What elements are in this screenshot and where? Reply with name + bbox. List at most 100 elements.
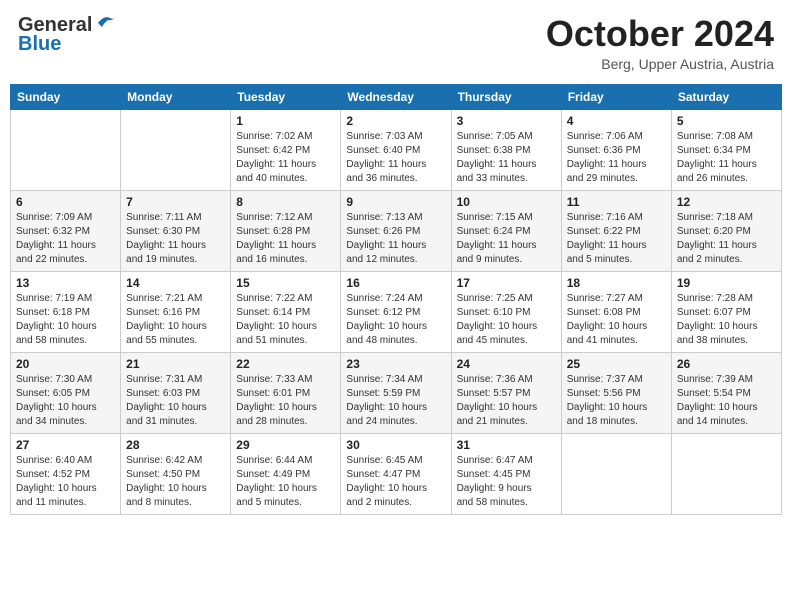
day-info: Sunrise: 7:39 AM Sunset: 5:54 PM Dayligh… <box>677 373 776 429</box>
day-number: 1 <box>236 114 335 128</box>
day-number: 29 <box>236 438 335 452</box>
weekday-header-thursday: Thursday <box>451 84 561 109</box>
day-info: Sunrise: 7:22 AM Sunset: 6:14 PM Dayligh… <box>236 292 335 348</box>
day-number: 6 <box>16 195 115 209</box>
logo-bird-icon <box>96 13 118 31</box>
calendar-cell: 8Sunrise: 7:12 AM Sunset: 6:28 PM Daylig… <box>231 190 341 271</box>
calendar-cell <box>11 109 121 190</box>
day-number: 2 <box>346 114 445 128</box>
day-info: Sunrise: 7:19 AM Sunset: 6:18 PM Dayligh… <box>16 292 115 348</box>
calendar-header: SundayMondayTuesdayWednesdayThursdayFrid… <box>11 84 782 109</box>
day-number: 11 <box>567 195 666 209</box>
calendar-week-2: 6 Sunrise: 7:09 AM Sunset: 6:32 PM Daylig… <box>11 190 782 271</box>
calendar-cell: 15 Sunrise: 7:22 AM Sunset: 6:14 PM Dayli… <box>231 271 341 352</box>
calendar-week-3: 13Sunrise: 7:19 AM Sunset: 6:18 PM Dayli… <box>11 271 782 352</box>
day-info: Sunrise: 7:15 AM Sunset: 6:24 PM Dayligh… <box>457 211 556 267</box>
page-header: General Blue October 2024 Berg, Upper Au… <box>10 10 782 76</box>
day-info: Sunrise: 6:45 AM Sunset: 4:47 PM Dayligh… <box>346 454 445 510</box>
weekday-header-wednesday: Wednesday <box>341 84 451 109</box>
weekday-header-friday: Friday <box>561 84 671 109</box>
day-info: Sunrise: 7:28 AM Sunset: 6:07 PM Dayligh… <box>677 292 776 348</box>
calendar-cell: 26Sunrise: 7:39 AM Sunset: 5:54 PM Dayli… <box>671 352 781 433</box>
day-number: 22 <box>236 357 335 371</box>
calendar-cell: 16 Sunrise: 7:24 AM Sunset: 6:12 PM Dayli… <box>341 271 451 352</box>
calendar-cell <box>671 433 781 514</box>
calendar-cell: 5Sunrise: 7:08 AM Sunset: 6:34 PM Daylig… <box>671 109 781 190</box>
calendar-cell: 14 Sunrise: 7:21 AM Sunset: 6:16 PM Dayli… <box>121 271 231 352</box>
day-number: 9 <box>346 195 445 209</box>
calendar-cell: 6 Sunrise: 7:09 AM Sunset: 6:32 PM Daylig… <box>11 190 121 271</box>
calendar-cell: 22 Sunrise: 7:33 AM Sunset: 6:01 PM Dayli… <box>231 352 341 433</box>
calendar-cell: 24 Sunrise: 7:36 AM Sunset: 5:57 PM Dayli… <box>451 352 561 433</box>
day-info: Sunrise: 7:31 AM Sunset: 6:03 PM Dayligh… <box>126 373 225 429</box>
weekday-header-row: SundayMondayTuesdayWednesdayThursdayFrid… <box>11 84 782 109</box>
calendar-week-5: 27 Sunrise: 6:40 AM Sunset: 4:52 PM Dayli… <box>11 433 782 514</box>
day-info: Sunrise: 7:21 AM Sunset: 6:16 PM Dayligh… <box>126 292 225 348</box>
title-section: October 2024 Berg, Upper Austria, Austri… <box>546 14 774 72</box>
day-info: Sunrise: 6:40 AM Sunset: 4:52 PM Dayligh… <box>16 454 115 510</box>
month-title: October 2024 <box>546 14 774 54</box>
day-number: 10 <box>457 195 556 209</box>
day-info: Sunrise: 6:42 AM Sunset: 4:50 PM Dayligh… <box>126 454 225 510</box>
day-info: Sunrise: 7:03 AM Sunset: 6:40 PM Dayligh… <box>346 130 445 186</box>
day-number: 30 <box>346 438 445 452</box>
logo-blue: Blue <box>18 33 61 56</box>
day-info: Sunrise: 6:44 AM Sunset: 4:49 PM Dayligh… <box>236 454 335 510</box>
day-number: 28 <box>126 438 225 452</box>
day-number: 24 <box>457 357 556 371</box>
day-info: Sunrise: 7:08 AM Sunset: 6:34 PM Dayligh… <box>677 130 776 186</box>
calendar-cell: 13Sunrise: 7:19 AM Sunset: 6:18 PM Dayli… <box>11 271 121 352</box>
calendar-week-4: 20 Sunrise: 7:30 AM Sunset: 6:05 PM Dayli… <box>11 352 782 433</box>
day-number: 18 <box>567 276 666 290</box>
calendar-cell <box>561 433 671 514</box>
calendar-cell <box>121 109 231 190</box>
day-info: Sunrise: 7:18 AM Sunset: 6:20 PM Dayligh… <box>677 211 776 267</box>
day-number: 17 <box>457 276 556 290</box>
day-info: Sunrise: 7:33 AM Sunset: 6:01 PM Dayligh… <box>236 373 335 429</box>
location-title: Berg, Upper Austria, Austria <box>546 56 774 72</box>
day-info: Sunrise: 7:06 AM Sunset: 6:36 PM Dayligh… <box>567 130 666 186</box>
day-number: 25 <box>567 357 666 371</box>
day-number: 4 <box>567 114 666 128</box>
calendar-cell: 4 Sunrise: 7:06 AM Sunset: 6:36 PM Daylig… <box>561 109 671 190</box>
day-info: Sunrise: 7:05 AM Sunset: 6:38 PM Dayligh… <box>457 130 556 186</box>
calendar-cell: 27 Sunrise: 6:40 AM Sunset: 4:52 PM Dayli… <box>11 433 121 514</box>
day-info: Sunrise: 6:47 AM Sunset: 4:45 PM Dayligh… <box>457 454 556 510</box>
day-info: Sunrise: 7:13 AM Sunset: 6:26 PM Dayligh… <box>346 211 445 267</box>
day-number: 7 <box>126 195 225 209</box>
day-number: 20 <box>16 357 115 371</box>
day-number: 3 <box>457 114 556 128</box>
calendar-cell: 25 Sunrise: 7:37 AM Sunset: 5:56 PM Dayli… <box>561 352 671 433</box>
calendar-cell: 28 Sunrise: 6:42 AM Sunset: 4:50 PM Dayli… <box>121 433 231 514</box>
calendar-cell: 9 Sunrise: 7:13 AM Sunset: 6:26 PM Daylig… <box>341 190 451 271</box>
calendar-cell: 3 Sunrise: 7:05 AM Sunset: 6:38 PM Daylig… <box>451 109 561 190</box>
calendar-cell: 29 Sunrise: 6:44 AM Sunset: 4:49 PM Dayli… <box>231 433 341 514</box>
day-info: Sunrise: 7:36 AM Sunset: 5:57 PM Dayligh… <box>457 373 556 429</box>
day-info: Sunrise: 7:37 AM Sunset: 5:56 PM Dayligh… <box>567 373 666 429</box>
weekday-header-saturday: Saturday <box>671 84 781 109</box>
calendar-body: 1Sunrise: 7:02 AM Sunset: 6:42 PM Daylig… <box>11 109 782 514</box>
day-info: Sunrise: 7:25 AM Sunset: 6:10 PM Dayligh… <box>457 292 556 348</box>
day-number: 31 <box>457 438 556 452</box>
day-info: Sunrise: 7:09 AM Sunset: 6:32 PM Dayligh… <box>16 211 115 267</box>
calendar-cell: 31 Sunrise: 6:47 AM Sunset: 4:45 PM Dayli… <box>451 433 561 514</box>
day-info: Sunrise: 7:24 AM Sunset: 6:12 PM Dayligh… <box>346 292 445 348</box>
calendar-table: SundayMondayTuesdayWednesdayThursdayFrid… <box>10 84 782 515</box>
calendar-cell: 10 Sunrise: 7:15 AM Sunset: 6:24 PM Dayli… <box>451 190 561 271</box>
day-info: Sunrise: 7:30 AM Sunset: 6:05 PM Dayligh… <box>16 373 115 429</box>
weekday-header-sunday: Sunday <box>11 84 121 109</box>
day-info: Sunrise: 7:34 AM Sunset: 5:59 PM Dayligh… <box>346 373 445 429</box>
day-info: Sunrise: 7:16 AM Sunset: 6:22 PM Dayligh… <box>567 211 666 267</box>
logo: General Blue <box>18 14 118 56</box>
day-info: Sunrise: 7:11 AM Sunset: 6:30 PM Dayligh… <box>126 211 225 267</box>
calendar-cell: 17 Sunrise: 7:25 AM Sunset: 6:10 PM Dayli… <box>451 271 561 352</box>
calendar-week-1: 1Sunrise: 7:02 AM Sunset: 6:42 PM Daylig… <box>11 109 782 190</box>
day-number: 27 <box>16 438 115 452</box>
day-number: 15 <box>236 276 335 290</box>
day-number: 21 <box>126 357 225 371</box>
calendar-cell: 19Sunrise: 7:28 AM Sunset: 6:07 PM Dayli… <box>671 271 781 352</box>
calendar-cell: 21 Sunrise: 7:31 AM Sunset: 6:03 PM Dayli… <box>121 352 231 433</box>
day-number: 16 <box>346 276 445 290</box>
day-info: Sunrise: 7:12 AM Sunset: 6:28 PM Dayligh… <box>236 211 335 267</box>
day-number: 14 <box>126 276 225 290</box>
